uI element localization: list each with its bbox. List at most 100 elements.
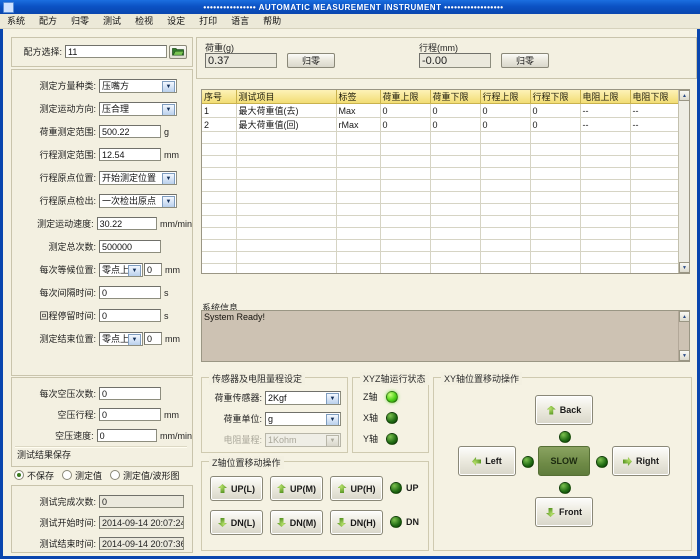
table-row-empty[interactable] xyxy=(202,215,680,228)
cell-stroke-upper: 0 xyxy=(480,103,531,118)
return-dwell-input[interactable]: 0 xyxy=(99,309,161,322)
load-range-input[interactable]: 500.22 xyxy=(99,125,161,138)
z-up-low-label: UP(L) xyxy=(231,483,255,494)
table-row-empty[interactable] xyxy=(202,227,680,240)
stroke-range-input[interactable]: 12.54 xyxy=(99,148,161,161)
motion-direction-select[interactable]: 压合理 ▼ xyxy=(99,101,177,116)
air-stroke-input[interactable]: 0 xyxy=(99,408,161,421)
xy-front-button[interactable]: Front xyxy=(535,497,593,527)
table-row-empty[interactable] xyxy=(202,131,680,144)
table-scrollbar[interactable]: ▲ ▼ xyxy=(678,90,689,273)
save-option-none[interactable]: 不保存 xyxy=(14,469,54,482)
z-up-low-button[interactable]: UP(L) xyxy=(210,476,263,501)
cell-index: 1 xyxy=(202,103,237,118)
table-header-stroke-upper[interactable]: 行程上限 xyxy=(480,90,531,104)
load-range-unit: g xyxy=(164,126,170,137)
test-result-panel: 测试完成次数: 0 测试开始时间: 2014-09-14 20:07:24 测试… xyxy=(11,485,193,553)
interval-time-input[interactable]: 0 xyxy=(99,286,161,299)
system-info-text: System Ready! xyxy=(204,312,266,322)
table-header-stroke-lower[interactable]: 行程下限 xyxy=(530,90,581,104)
measurement-table[interactable]: 序号 测试项目 标签 荷重上限 荷重下限 行程上限 行程下限 电阻上限 电阻下限 xyxy=(201,89,690,274)
scroll-down-icon[interactable]: ▼ xyxy=(679,350,689,361)
menu-item-print[interactable]: 打印 xyxy=(192,14,224,28)
stroke-zero-button[interactable]: 归零 xyxy=(501,53,549,68)
table-header-res-upper[interactable]: 电阻上限 xyxy=(580,90,631,104)
table-header-item[interactable]: 测试项目 xyxy=(236,90,337,104)
system-info-scrollbar[interactable]: ▲ ▼ xyxy=(678,311,689,361)
end-position-input[interactable]: 0 xyxy=(144,332,162,345)
origin-detect-select[interactable]: 一次检出原点 ▼ xyxy=(99,193,177,208)
chevron-down-icon: ▼ xyxy=(162,195,175,207)
z-down-high-button[interactable]: DN(H) xyxy=(330,510,383,535)
wait-position-select[interactable]: 零点上方 ▼ xyxy=(99,262,143,277)
table-row[interactable]: 2 最大荷重值(回) rMax 0 0 0 0 -- -- xyxy=(202,117,680,132)
xy-back-button[interactable]: Back xyxy=(535,395,593,425)
table-row-empty[interactable] xyxy=(202,167,680,180)
xy-speed-button[interactable]: SLOW xyxy=(538,446,590,476)
menu-item-system[interactable]: 系统 xyxy=(0,14,32,28)
measure-type-select[interactable]: 压嘴方 ▼ xyxy=(99,78,177,93)
table-row-empty[interactable] xyxy=(202,239,680,252)
arrow-up-icon xyxy=(337,484,347,493)
load-sensor-value: 2Kgf xyxy=(268,392,287,403)
air-speed-input[interactable]: 0 xyxy=(96,429,157,442)
return-dwell-unit: s xyxy=(164,310,169,321)
table-row-empty[interactable] xyxy=(202,143,680,156)
table-header-load-lower[interactable]: 荷重下限 xyxy=(430,90,481,104)
param-label-7: 测定总次数: xyxy=(48,242,96,252)
z-up-mid-button[interactable]: UP(M) xyxy=(270,476,323,501)
load-zero-button[interactable]: 归零 xyxy=(287,53,335,68)
xy-left-button[interactable]: Left xyxy=(458,446,516,476)
table-row-empty[interactable] xyxy=(202,263,680,273)
scroll-down-icon[interactable]: ▼ xyxy=(679,262,689,273)
air-count-input[interactable]: 0 xyxy=(99,387,161,400)
menu-item-language[interactable]: 语言 xyxy=(224,14,256,28)
table-header-index[interactable]: 序号 xyxy=(202,90,237,104)
wait-position-input[interactable]: 0 xyxy=(144,263,162,276)
table-row[interactable]: 1 最大荷重值(去) Max 0 0 0 0 -- -- xyxy=(202,103,680,118)
xy-left-led xyxy=(522,456,534,468)
z-axis-led xyxy=(385,390,398,403)
y-axis-led xyxy=(386,432,399,445)
z-down-mid-button[interactable]: DN(M) xyxy=(270,510,323,535)
load-sensor-select[interactable]: 2Kgf ▼ xyxy=(265,390,341,405)
recipe-input[interactable]: 11 xyxy=(65,45,167,58)
total-count-input[interactable]: 500000 xyxy=(99,240,161,253)
scroll-up-icon[interactable]: ▲ xyxy=(679,90,689,101)
table-row-empty[interactable] xyxy=(202,179,680,192)
menu-item-settings[interactable]: 设定 xyxy=(160,14,192,28)
load-unit-select[interactable]: g ▼ xyxy=(265,411,341,426)
scroll-up-icon[interactable]: ▲ xyxy=(679,311,689,322)
table-row-empty[interactable] xyxy=(202,155,680,168)
z-up-high-button[interactable]: UP(H) xyxy=(330,476,383,501)
system-info-memo[interactable]: System Ready! ▲ ▼ xyxy=(201,310,690,362)
xy-right-button[interactable]: Right xyxy=(612,446,670,476)
menu-item-recipe[interactable]: 配方 xyxy=(32,14,64,28)
menu-item-test[interactable]: 测试 xyxy=(96,14,128,28)
z-down-high-label: DN(H) xyxy=(350,517,376,528)
menu-item-help[interactable]: 帮助 xyxy=(256,14,288,28)
return-dwell-label: 回程停留时间: xyxy=(39,311,96,321)
param-label-5: 行程原点检出: xyxy=(39,196,96,206)
cell-res-upper: -- xyxy=(580,117,631,132)
table-header-tag[interactable]: 标签 xyxy=(336,90,381,104)
menu-item-zero[interactable]: 归零 xyxy=(64,14,96,28)
table-header-load-upper[interactable]: 荷重上限 xyxy=(380,90,431,104)
table-row-empty[interactable] xyxy=(202,203,680,216)
readouts-panel: 荷重(g) 0.37 归零 行程(mm) -0.00 归零 xyxy=(196,37,697,79)
save-option-value[interactable]: 测定值 xyxy=(62,469,102,482)
table-row-empty[interactable] xyxy=(202,251,680,264)
motion-speed-input[interactable]: 30.22 xyxy=(96,217,157,230)
end-position-select[interactable]: 零点上方 ▼ xyxy=(99,331,143,346)
folder-open-icon[interactable] xyxy=(169,44,187,59)
table-row-empty[interactable] xyxy=(202,191,680,204)
save-option-value-waveform[interactable]: 测定值/波形图 xyxy=(110,469,180,482)
wait-position-unit: mm xyxy=(165,264,180,275)
menu-item-view[interactable]: 检视 xyxy=(128,14,160,28)
xy-back-label: Back xyxy=(559,405,582,415)
xy-speed-label: SLOW xyxy=(550,456,578,466)
table-header-res-lower[interactable]: 电阻下限 xyxy=(630,90,680,104)
cell-res-lower: -- xyxy=(630,117,680,132)
origin-position-select[interactable]: 开始测定位置 ▼ xyxy=(99,170,177,185)
z-down-low-button[interactable]: DN(L) xyxy=(210,510,263,535)
